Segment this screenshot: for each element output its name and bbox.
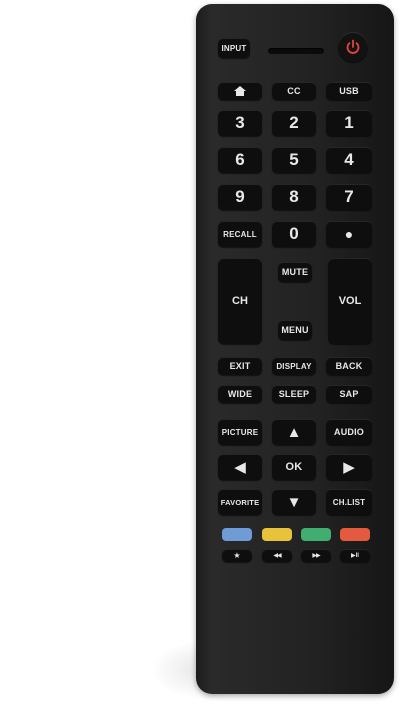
blue-color-button[interactable] xyxy=(222,528,252,541)
dot-button[interactable]: ● xyxy=(326,221,372,247)
exit-button[interactable]: EXIT xyxy=(218,357,262,375)
left-arrow-button[interactable]: ◀ xyxy=(218,454,262,480)
usb-button[interactable]: USB xyxy=(326,82,372,100)
fast-forward-button[interactable]: ▶▶ xyxy=(301,549,331,562)
recall-button[interactable]: RECALL xyxy=(218,221,262,247)
wide-button[interactable]: WIDE xyxy=(218,385,262,403)
audio-button[interactable]: AUDIO xyxy=(326,419,372,445)
star-button[interactable]: ★ xyxy=(222,549,252,562)
yellow-color-button[interactable] xyxy=(262,528,292,541)
digit-9-button[interactable]: 9 xyxy=(218,184,262,210)
home-button[interactable] xyxy=(218,82,262,100)
play-pause-button[interactable]: ▶II xyxy=(340,549,370,562)
digit-0-button[interactable]: 0 xyxy=(272,221,316,247)
power-button[interactable] xyxy=(338,32,368,62)
volume-rocker[interactable]: VOL xyxy=(328,258,372,344)
right-arrow-button[interactable]: ▶ xyxy=(326,454,372,480)
channel-list-button[interactable]: CH.LIST xyxy=(326,489,372,515)
display-button[interactable]: DISPLAY xyxy=(272,357,316,375)
sleep-button[interactable]: SLEEP xyxy=(272,385,316,403)
rewind-button[interactable]: ◀◀ xyxy=(262,549,292,562)
digit-2-button[interactable]: 2 xyxy=(272,110,316,136)
channel-rocker[interactable]: CH xyxy=(218,258,262,344)
menu-button[interactable]: MENU xyxy=(278,320,312,340)
sap-button[interactable]: SAP xyxy=(326,385,372,403)
power-icon xyxy=(346,39,360,54)
digit-4-button[interactable]: 4 xyxy=(326,147,372,173)
digit-5-button[interactable]: 5 xyxy=(272,147,316,173)
ir-window xyxy=(268,48,324,54)
red-color-button[interactable] xyxy=(340,528,370,541)
green-color-button[interactable] xyxy=(301,528,331,541)
down-arrow-button[interactable]: ▼ xyxy=(272,489,316,515)
digit-1-button[interactable]: 1 xyxy=(326,110,372,136)
ok-button[interactable]: OK xyxy=(272,454,316,480)
home-icon xyxy=(234,86,246,96)
picture-button[interactable]: PICTURE xyxy=(218,419,262,445)
back-button[interactable]: BACK xyxy=(326,357,372,375)
input-button[interactable]: INPUT xyxy=(218,38,250,58)
mute-button[interactable]: MUTE xyxy=(278,262,312,282)
favorite-button[interactable]: FAVORITE xyxy=(218,489,262,515)
up-arrow-button[interactable]: ▲ xyxy=(272,419,316,445)
digit-8-button[interactable]: 8 xyxy=(272,184,316,210)
cc-button[interactable]: CC xyxy=(272,82,316,100)
tv-remote-body xyxy=(196,4,394,694)
digit-6-button[interactable]: 6 xyxy=(218,147,262,173)
digit-7-button[interactable]: 7 xyxy=(326,184,372,210)
digit-3-button[interactable]: 3 xyxy=(218,110,262,136)
